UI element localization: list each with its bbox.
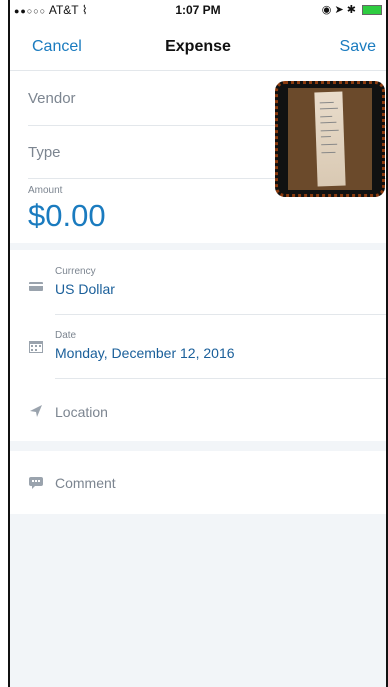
currency-label: Currency xyxy=(55,266,96,277)
divider xyxy=(55,314,386,315)
type-field[interactable]: Type xyxy=(28,144,266,161)
receipt-thumbnail[interactable] xyxy=(275,81,385,197)
amount-label: Amount xyxy=(28,185,63,196)
comment-section: Comment xyxy=(10,451,386,514)
comment-field[interactable]: Comment xyxy=(55,475,116,491)
phone-frame: ●●○○○ AT&T ⌇ 1:07 PM ◉ ➤ ✱ Cancel Expens… xyxy=(8,0,388,687)
battery-icon xyxy=(362,5,382,16)
bluetooth-icon: ✱ xyxy=(346,4,356,16)
details-section: Currency US Dollar Date Monday, December… xyxy=(10,250,386,441)
date-value[interactable]: Monday, December 12, 2016 xyxy=(55,345,235,361)
divider xyxy=(55,378,386,379)
calendar-icon xyxy=(29,341,43,353)
status-bar: ●●○○○ AT&T ⌇ 1:07 PM ◉ ➤ ✱ xyxy=(10,0,386,20)
page-title: Expense xyxy=(165,38,231,55)
card-icon xyxy=(29,282,43,291)
receipt-image xyxy=(314,91,346,187)
save-button[interactable]: Save xyxy=(340,38,376,56)
location-status-icon: ➤ xyxy=(334,4,344,16)
comment-icon xyxy=(29,477,43,489)
location-field[interactable]: Location xyxy=(55,404,108,420)
amount-field[interactable]: $0.00 xyxy=(28,198,106,234)
status-right: ◉ ➤ ✱ xyxy=(322,3,382,16)
nav-bar: Cancel Expense Save xyxy=(10,20,386,71)
date-label: Date xyxy=(55,330,77,341)
location-arrow-icon xyxy=(30,405,42,417)
lock-rotation-icon: ◉ xyxy=(321,4,332,16)
vendor-field[interactable]: Vendor xyxy=(28,90,266,107)
currency-value[interactable]: US Dollar xyxy=(55,281,115,297)
